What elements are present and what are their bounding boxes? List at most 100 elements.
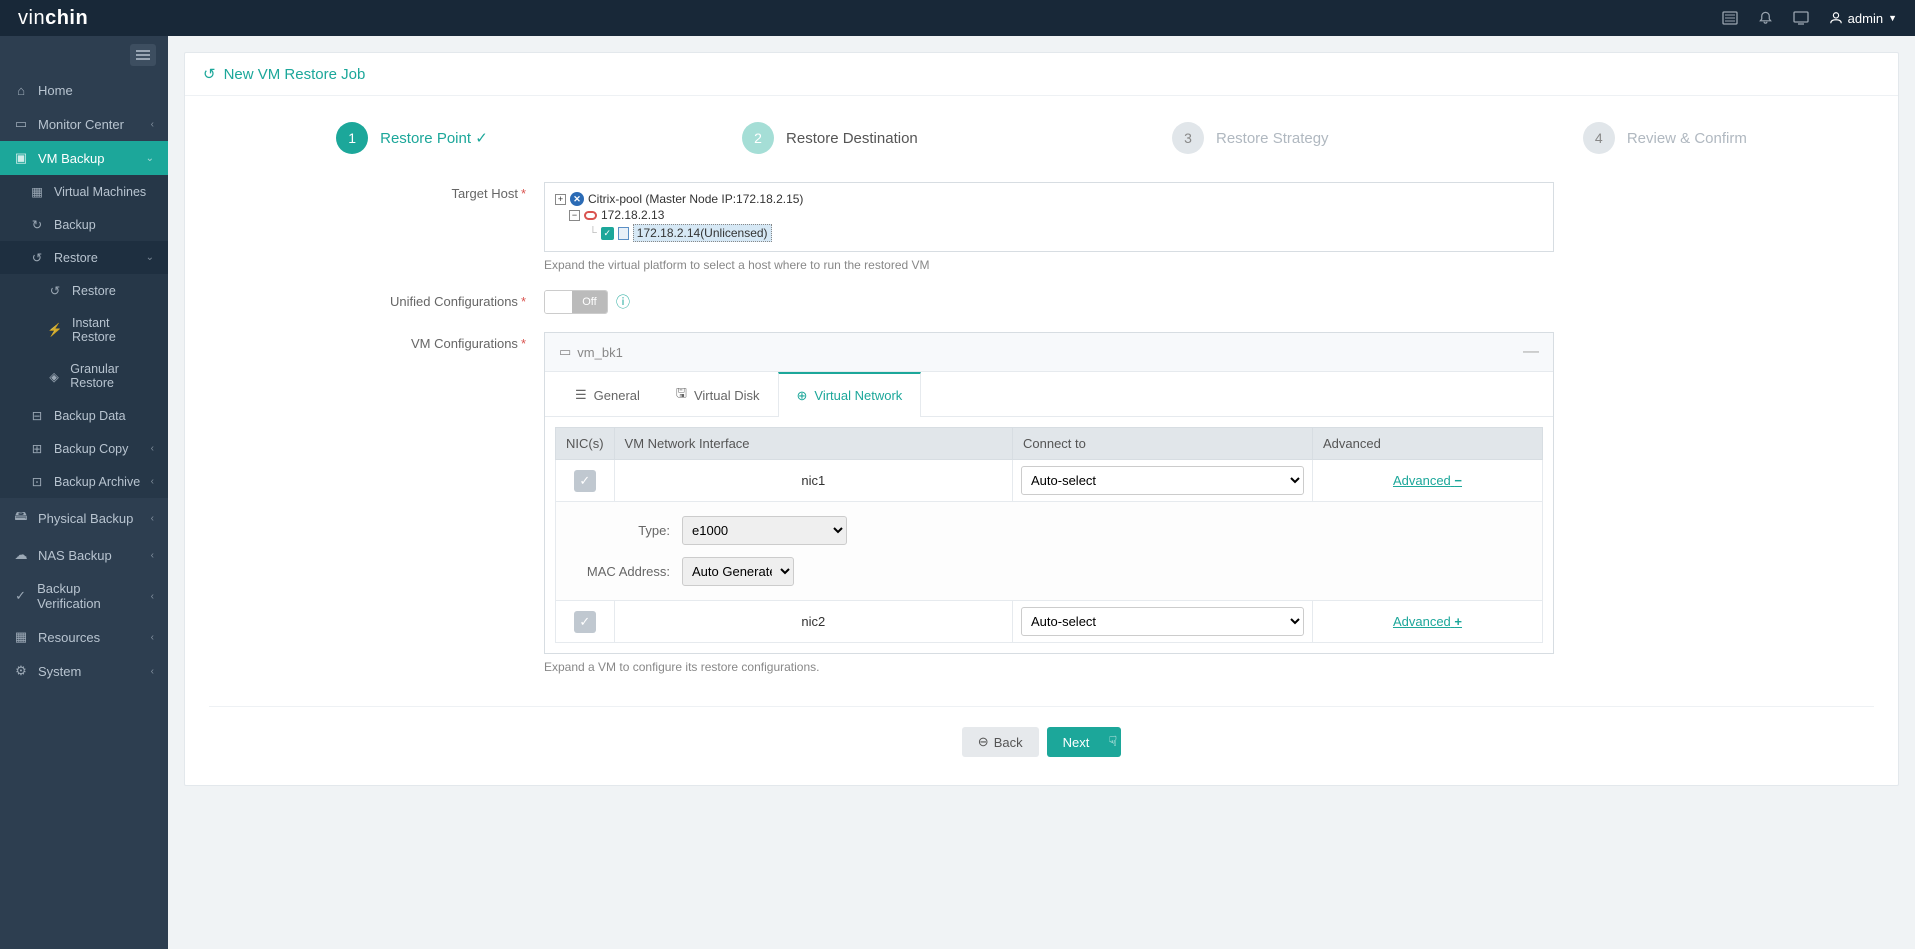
- sidebar-item-home[interactable]: ⌂Home: [0, 74, 168, 107]
- back-button[interactable]: ⊖Back: [962, 727, 1039, 757]
- monitor-nav-icon: ▭: [14, 116, 28, 132]
- topbar: vinchin admin ▼: [0, 0, 1915, 36]
- sidebar-item-label: Backup Copy: [54, 442, 128, 456]
- vm-config-row: VM Configurations* ▭vm_bk1 — ☰General 🖫V…: [209, 332, 1874, 674]
- sidebar-item-vmbackup[interactable]: ▣VM Backup⌄: [0, 141, 168, 175]
- list-icon[interactable]: [1722, 10, 1738, 26]
- advanced-link-expand[interactable]: Advanced +: [1393, 614, 1462, 629]
- mac-select[interactable]: Auto Generate: [682, 557, 794, 586]
- home-icon: ⌂: [14, 83, 28, 98]
- next-button[interactable]: Next: [1047, 727, 1122, 757]
- sidebar-item-verification[interactable]: ✓Backup Verification‹: [0, 572, 168, 620]
- copy-icon: ⊞: [30, 441, 44, 456]
- tree-node-pool[interactable]: + ✕ Citrix-pool (Master Node IP:172.18.2…: [555, 191, 1543, 207]
- chevron-down-icon: ⌄: [146, 252, 154, 263]
- chevron-left-icon: ‹: [151, 119, 154, 130]
- sidebar-item-restore[interactable]: ↺Restore⌄: [0, 241, 168, 274]
- connect-select[interactable]: Auto-select: [1021, 607, 1304, 636]
- sidebar-item-backup[interactable]: ↻Backup: [0, 208, 168, 241]
- tree-collapse-icon[interactable]: −: [569, 210, 580, 221]
- bell-icon[interactable]: [1758, 10, 1773, 26]
- sidebar-item-restore-sub[interactable]: ↺Restore: [0, 274, 168, 307]
- sidebar-item-label: Granular Restore: [70, 362, 154, 390]
- sidebar-item-nas[interactable]: ☁NAS Backup‹: [0, 538, 168, 572]
- sidebar-item-label: Backup Data: [54, 409, 126, 423]
- sidebar-item-system[interactable]: ⚙System‹: [0, 654, 168, 688]
- nic-row-2: ✓ nic2 Auto-select Advanced +: [556, 601, 1543, 643]
- vm-config-label: VM Configurations*: [209, 332, 544, 674]
- col-header-iface: VM Network Interface: [614, 428, 1012, 460]
- verify-icon: ✓: [14, 588, 27, 604]
- sidebar-item-label: Instant Restore: [72, 316, 154, 344]
- nic-checkbox[interactable]: ✓: [574, 470, 596, 492]
- col-header-advanced: Advanced: [1313, 428, 1543, 460]
- main-content: ↺ New VM Restore Job 1Restore Point ✓ 2R…: [168, 36, 1915, 949]
- col-header-nic: NIC(s): [556, 428, 615, 460]
- nic-checkbox[interactable]: ✓: [574, 611, 596, 633]
- vm-icon: ▣: [14, 150, 28, 166]
- collapse-icon[interactable]: —: [1523, 343, 1539, 361]
- sidebar-item-label: Backup Archive: [54, 475, 140, 489]
- vm-name-icon: ▭: [559, 344, 571, 360]
- tree-node-host2[interactable]: └ ✓ 172.18.2.14(Unlicensed): [555, 223, 1543, 243]
- nic-advanced-row: Type: e1000 MAC Address: Auto Generate: [556, 502, 1543, 601]
- info-icon[interactable]: ⓘ: [616, 292, 630, 312]
- step-3: 3Restore Strategy: [1172, 122, 1329, 154]
- step-2: 2Restore Destination: [742, 122, 918, 154]
- nic-name: nic2: [614, 601, 1012, 643]
- archive-icon: ⊡: [30, 474, 44, 489]
- sidebar-item-label: Backup Verification: [37, 581, 141, 611]
- tab-label: Virtual Network: [814, 388, 902, 403]
- tab-general[interactable]: ☰General: [557, 372, 658, 416]
- col-header-connect: Connect to: [1013, 428, 1313, 460]
- monitor-icon[interactable]: [1793, 10, 1809, 26]
- checkbox-checked-icon[interactable]: ✓: [601, 227, 614, 240]
- refresh-icon: ↺: [203, 65, 216, 83]
- sidebar-item-instant-restore[interactable]: ⚡ Instant Restore: [0, 307, 168, 353]
- sidebar-item-backupdata[interactable]: ⊟Backup Data: [0, 399, 168, 432]
- sidebar-item-resources[interactable]: ▦Resources‹: [0, 620, 168, 654]
- tree-expand-icon[interactable]: +: [555, 194, 566, 205]
- sidebar-item-backupcopy[interactable]: ⊞Backup Copy‹: [0, 432, 168, 465]
- sidebar-collapse-button[interactable]: [130, 44, 156, 66]
- unified-toggle[interactable]: Off: [544, 290, 608, 314]
- step-1[interactable]: 1Restore Point ✓: [336, 122, 488, 154]
- chevron-down-icon: ⌄: [146, 153, 154, 164]
- sidebar-item-vms[interactable]: ▦Virtual Machines: [0, 175, 168, 208]
- vm-config-header[interactable]: ▭vm_bk1 —: [545, 333, 1553, 372]
- step-number: 4: [1583, 122, 1615, 154]
- tab-virtual-network[interactable]: ⊕Virtual Network: [778, 372, 922, 417]
- nic-row-1: ✓ nic1 Auto-select Advanced −: [556, 460, 1543, 502]
- adv-type-field: Type: e1000: [580, 516, 1518, 545]
- check-icon: ✓: [475, 130, 488, 147]
- topbar-actions: admin ▼: [1722, 10, 1897, 26]
- sidebar-item-monitor[interactable]: ▭Monitor Center‹: [0, 107, 168, 141]
- step-label: Restore Point ✓: [380, 129, 488, 147]
- tree-connector-icon: └: [589, 227, 597, 239]
- disk-icon: 🖫: [676, 384, 687, 406]
- unified-config-row: Unified Configurations* Off ⓘ: [209, 290, 1874, 314]
- tab-virtual-disk[interactable]: 🖫Virtual Disk: [658, 372, 778, 416]
- instant-icon: ⚡: [48, 323, 62, 338]
- connect-select[interactable]: Auto-select: [1021, 466, 1304, 495]
- step-4: 4Review & Confirm: [1583, 122, 1747, 154]
- user-menu[interactable]: admin ▼: [1829, 11, 1897, 26]
- tree-node-host1[interactable]: − 172.18.2.13: [555, 207, 1543, 223]
- toggle-off-label: Off: [572, 291, 607, 313]
- logo: vinchin: [18, 7, 88, 30]
- advanced-link-collapse[interactable]: Advanced −: [1393, 473, 1462, 488]
- wizard-steps: 1Restore Point ✓ 2Restore Destination 3R…: [209, 122, 1874, 154]
- target-host-row: Target Host* + ✕ Citrix-pool (Master Nod…: [209, 182, 1874, 272]
- sidebar-item-granular-restore[interactable]: ◈ Granular Restore: [0, 353, 168, 399]
- resources-icon: ▦: [14, 629, 28, 645]
- panel-header: ↺ New VM Restore Job: [185, 53, 1898, 96]
- sidebar-item-label: System: [38, 664, 81, 679]
- host-tree: + ✕ Citrix-pool (Master Node IP:172.18.2…: [544, 182, 1554, 252]
- main-panel: ↺ New VM Restore Job 1Restore Point ✓ 2R…: [184, 52, 1899, 786]
- nas-icon: ☁: [14, 547, 28, 563]
- type-select[interactable]: e1000: [682, 516, 847, 545]
- user-name: admin: [1848, 11, 1883, 26]
- sidebar-item-backuparchive[interactable]: ⊡Backup Archive‹: [0, 465, 168, 498]
- granular-icon: ◈: [48, 369, 60, 384]
- sidebar-item-physical[interactable]: 🖴Physical Backup‹: [0, 498, 168, 538]
